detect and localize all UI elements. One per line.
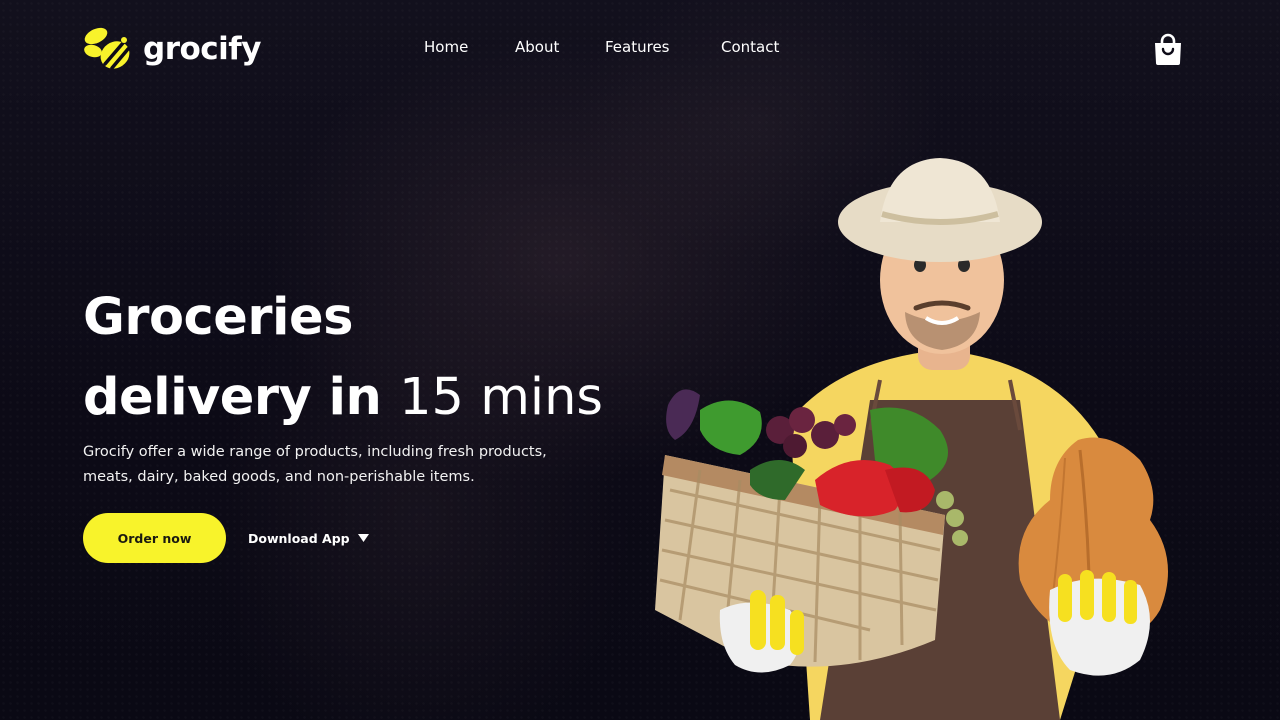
- brand-name: grocify: [143, 31, 261, 67]
- hero-title-line2: delivery in 15 mins: [83, 358, 643, 438]
- site-header: grocify Home About Features Contact: [0, 0, 1280, 100]
- download-app-label: Download App: [248, 530, 350, 546]
- brand-logo[interactable]: grocify: [83, 26, 261, 72]
- bee-icon: [84, 27, 130, 70]
- nav-home[interactable]: Home: [424, 38, 468, 56]
- hero-title-light: 15 mins: [399, 368, 603, 427]
- hero-illustration: [655, 158, 1168, 720]
- order-now-button[interactable]: Order now: [83, 513, 226, 563]
- hero-description-line1: Grocify offer a wide range of products, …: [83, 444, 547, 460]
- nav-about[interactable]: About: [515, 38, 559, 56]
- hero-description-line2: meats, dairy, baked goods, and non-peris…: [83, 469, 475, 485]
- nav-features[interactable]: Features: [605, 38, 670, 56]
- shopping-bag-icon[interactable]: [1152, 32, 1184, 66]
- hero-description: Grocify offer a wide range of products, …: [83, 440, 583, 490]
- hero-title-bold: delivery in: [83, 368, 382, 427]
- hero-title: Groceries delivery in 15 mins: [83, 278, 643, 438]
- hero-title-line1: Groceries: [83, 288, 353, 347]
- download-app-button[interactable]: Download App: [248, 528, 369, 548]
- nav-contact[interactable]: Contact: [721, 38, 779, 56]
- caret-down-icon: [357, 534, 369, 542]
- green-pepper: [700, 400, 762, 455]
